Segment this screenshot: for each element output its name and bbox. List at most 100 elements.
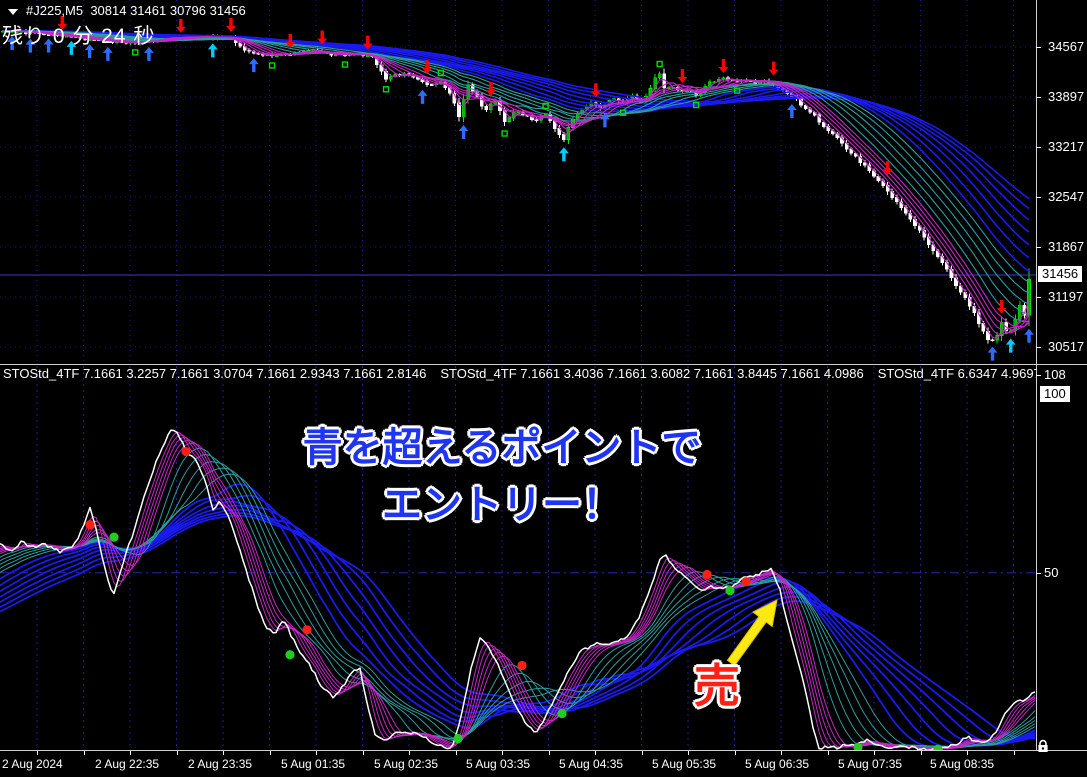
- price-tick-mark: [1036, 197, 1041, 198]
- buy-arrow-icon: [559, 147, 569, 161]
- triangle-down-icon[interactable]: [8, 9, 18, 15]
- square-signal-icon: [343, 62, 348, 67]
- ma-ribbon-layer: [3, 31, 1029, 339]
- green-dot-signal: [725, 586, 734, 595]
- time-tick-mark: [735, 751, 736, 755]
- price-tick-mark: [1036, 297, 1041, 298]
- green-dot-signal: [109, 533, 118, 542]
- time-tick-mark: [828, 751, 829, 755]
- buy-arrow-icon: [459, 125, 469, 139]
- ma-line-blue: [3, 31, 1029, 209]
- entry-annotation-line2: エントリー！: [242, 477, 762, 534]
- buy-arrow-icon: [787, 104, 797, 118]
- ma-line-teal: [3, 31, 1029, 282]
- time-axis-label: 5 Aug 06:35: [745, 757, 809, 771]
- sell-arrow-icon: [226, 18, 236, 32]
- price-tick-label: 33217: [1048, 139, 1084, 154]
- indicator-scale-tag: 100: [1040, 386, 1070, 402]
- time-tick-mark: [595, 751, 596, 755]
- square-signal-icon: [657, 61, 662, 66]
- buy-arrow-icon: [1024, 329, 1034, 343]
- green-dot-signal: [285, 650, 294, 659]
- sell-arrow-icon: [769, 62, 779, 76]
- time-tick-mark: [502, 751, 503, 755]
- indicator-values-block: STOStd_4TF 6.6347 4.9697 7.1661: [878, 366, 1036, 381]
- time-tick-mark: [409, 751, 410, 755]
- time-tick-mark: [130, 751, 131, 755]
- ma-line-blue: [3, 31, 1029, 220]
- red-dot-signal: [181, 447, 190, 456]
- price-tick-label: 31867: [1048, 239, 1084, 254]
- time-tick-mark: [316, 751, 317, 755]
- time-tick-mark: [270, 751, 271, 755]
- time-axis-label: 5 Aug 05:35: [652, 757, 716, 771]
- red-dot-signal: [302, 625, 311, 634]
- time-tick-mark: [37, 751, 38, 755]
- ma-line-blue: [3, 31, 1029, 232]
- current-price-tag: 31456: [1038, 266, 1082, 282]
- ma-line-blue: [3, 31, 1029, 258]
- red-dot-signal: [517, 661, 526, 670]
- buy-arrow-icon: [249, 58, 259, 72]
- red-dot-signal: [702, 570, 711, 579]
- indicator-separator-line[interactable]: [0, 364, 1087, 365]
- signal-markers-layer: [7, 16, 1034, 361]
- red-dot-signal: [85, 520, 94, 529]
- entry-annotation-line1: 青を超えるポイントで: [242, 420, 762, 477]
- price-tick-label: 33897: [1048, 89, 1084, 104]
- time-axis-label: 5 Aug 01:35: [281, 757, 345, 771]
- time-axis-label: 2 Aug 23:35: [188, 757, 252, 771]
- mt4-chart-window: #J225,M5 30814 31461 30796 31456 残り 0 分 …: [0, 0, 1087, 777]
- time-tick-mark: [84, 751, 85, 755]
- time-tick-mark: [177, 751, 178, 755]
- time-tick-mark: [921, 751, 922, 755]
- time-tick-mark: [456, 751, 457, 755]
- square-signal-icon: [270, 63, 275, 68]
- ma-line-blue: [3, 31, 1029, 271]
- sell-arrow-icon: [997, 300, 1007, 314]
- time-axis-label: 5 Aug 04:35: [559, 757, 623, 771]
- entry-annotation: 青を超えるポイントで エントリー！: [242, 420, 762, 534]
- time-tick-mark: [688, 751, 689, 755]
- price-tick-label: 30517: [1048, 339, 1084, 354]
- price-tick-label: 31197: [1048, 289, 1083, 304]
- price-tick-mark: [1036, 147, 1041, 148]
- time-axis-label: 2 Aug 22:35: [95, 757, 159, 771]
- chart-info-bar[interactable]: #J225,M5 30814 31461 30796 31456: [6, 3, 246, 18]
- price-tick-mark: [1036, 247, 1041, 248]
- padlock-icon[interactable]: [1037, 739, 1049, 753]
- price-tick-label: 32547: [1048, 189, 1084, 204]
- green-dot-signal: [557, 709, 566, 718]
- indicator-scale-label: 50: [1044, 565, 1058, 580]
- time-tick-mark: [967, 751, 968, 755]
- sell-arrow-icon: [719, 59, 729, 73]
- time-axis-separator-line: [0, 750, 1087, 751]
- price-tick-label: 34567: [1048, 39, 1084, 54]
- time-tick-mark: [363, 751, 364, 755]
- indicator-tick-mark: [1036, 375, 1041, 376]
- square-signal-icon: [133, 50, 138, 55]
- sell-arrow-icon: [678, 69, 688, 83]
- indicator-scale-label: 108: [1044, 367, 1066, 382]
- square-signal-icon: [384, 87, 389, 92]
- price-tick-mark: [1036, 97, 1041, 98]
- symbol-ohlc-text: #J225,M5 30814 31461 30796 31456: [26, 3, 246, 18]
- sell-arrow-icon: [176, 19, 186, 33]
- bar-countdown-overlay: 残り 0 分 24 秒: [2, 20, 155, 50]
- buy-arrow-icon: [1006, 339, 1016, 353]
- time-axis-label: 5 Aug 08:35: [930, 757, 994, 771]
- indicator-values-block: STOStd_4TF 7.1661 3.4036 7.1661 3.6082 7…: [440, 366, 863, 381]
- red-dot-signal: [741, 577, 750, 586]
- time-axis-label: 5 Aug 03:35: [466, 757, 530, 771]
- sell-annotation: 売: [694, 650, 740, 716]
- price-tick-mark: [1036, 47, 1041, 48]
- buy-arrow-icon: [208, 43, 218, 57]
- time-tick-mark: [223, 751, 224, 755]
- price-tick-mark: [1036, 347, 1041, 348]
- green-dot-signal: [453, 734, 462, 743]
- time-tick-mark: [1014, 751, 1015, 755]
- time-tick-mark: [874, 751, 875, 755]
- time-tick-mark: [642, 751, 643, 755]
- time-tick-mark: [549, 751, 550, 755]
- time-axis-label: 5 Aug 02:35: [374, 757, 438, 771]
